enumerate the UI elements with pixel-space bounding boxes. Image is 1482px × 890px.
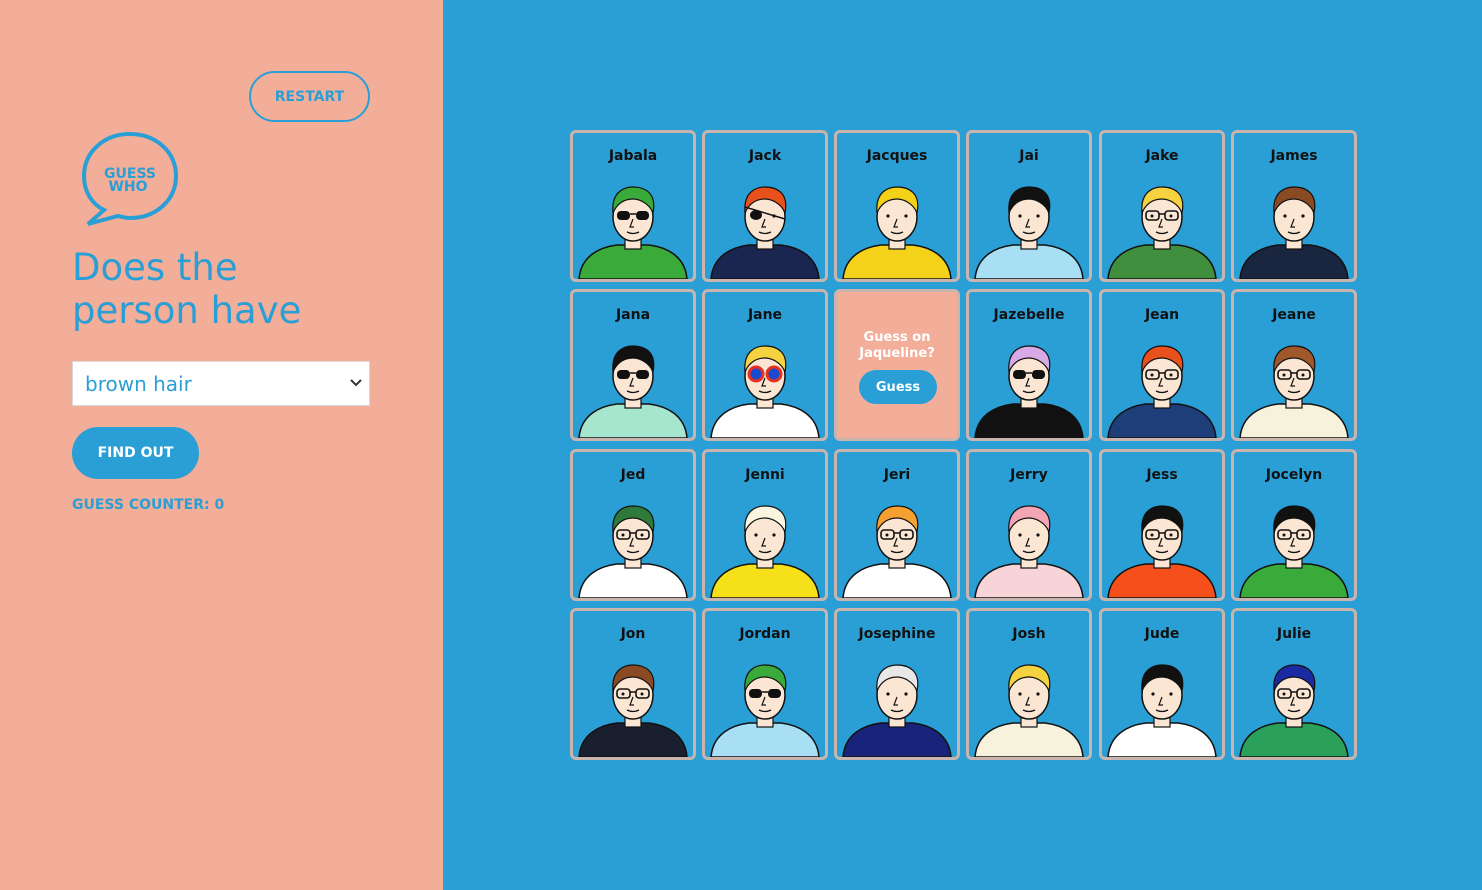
character-name: Jenni xyxy=(745,467,785,483)
character-name: Josh xyxy=(1012,626,1046,642)
character-card-jake[interactable]: Jake xyxy=(1099,130,1225,282)
character-name: Jacques xyxy=(866,148,928,164)
character-name: Jordan xyxy=(739,626,791,642)
character-name: Jazebelle xyxy=(993,307,1065,323)
character-card-jane[interactable]: Jane xyxy=(702,289,828,441)
character-card-jordan[interactable]: Jordan xyxy=(702,608,828,760)
character-portrait xyxy=(578,664,688,757)
restart-button[interactable]: RESTART xyxy=(249,71,370,122)
character-name: Jess xyxy=(1146,467,1178,483)
character-name: Jake xyxy=(1145,148,1179,164)
character-portrait xyxy=(1239,345,1349,438)
character-card-jana[interactable]: Jana xyxy=(570,289,696,441)
character-card-jude[interactable]: Jude xyxy=(1099,608,1225,760)
character-portrait xyxy=(1239,186,1349,279)
character-portrait xyxy=(710,186,820,279)
character-card-josh[interactable]: Josh xyxy=(966,608,1092,760)
character-name: Jack xyxy=(748,148,782,164)
character-portrait xyxy=(1107,345,1217,438)
character-card-jerry[interactable]: Jerry xyxy=(966,449,1092,601)
character-card-jeri[interactable]: Jeri xyxy=(834,449,960,601)
character-card-jai[interactable]: Jai xyxy=(966,130,1092,282)
character-name: Jeane xyxy=(1272,307,1316,323)
sidebar-panel xyxy=(0,0,443,890)
logo-text-who: WHO xyxy=(108,179,147,195)
character-portrait xyxy=(974,505,1084,598)
character-portrait xyxy=(974,186,1084,279)
character-card-julie[interactable]: Julie xyxy=(1231,608,1357,760)
character-portrait xyxy=(974,664,1084,757)
character-portrait xyxy=(974,345,1084,438)
character-name: Jude xyxy=(1144,626,1180,642)
character-card-jed[interactable]: Jed xyxy=(570,449,696,601)
character-card-jacques[interactable]: Jacques xyxy=(834,130,960,282)
character-portrait xyxy=(1107,664,1217,757)
character-card-jean[interactable]: Jean xyxy=(1099,289,1225,441)
character-name: Jed xyxy=(620,467,646,483)
character-card-jocelyn[interactable]: Jocelyn xyxy=(1231,449,1357,601)
character-name: James xyxy=(1270,148,1318,164)
guess-who-logo: GUESS WHO xyxy=(81,131,179,226)
chevron-down-icon xyxy=(350,379,362,387)
guess-button[interactable]: Guess xyxy=(859,370,937,404)
character-card-jess[interactable]: Jess xyxy=(1099,449,1225,601)
question-heading: Does the person have xyxy=(72,246,412,332)
character-portrait xyxy=(842,664,952,757)
character-name: Jeri xyxy=(883,467,911,483)
card-flipped-guess[interactable]: Guess on Jaqueline? Guess xyxy=(834,289,960,441)
character-card-jon[interactable]: Jon xyxy=(570,608,696,760)
character-card-jack[interactable]: Jack xyxy=(702,130,828,282)
find-out-button[interactable]: FIND OUT xyxy=(72,427,199,479)
character-name: Jabala xyxy=(608,148,658,164)
character-card-josephine[interactable]: Josephine xyxy=(834,608,960,760)
character-portrait xyxy=(1107,186,1217,279)
question-line-2: person have xyxy=(72,289,302,332)
character-portrait xyxy=(710,664,820,757)
character-name: Jean xyxy=(1144,307,1180,323)
character-name: Jocelyn xyxy=(1265,467,1323,483)
attribute-select[interactable]: brown hair xyxy=(72,361,370,406)
character-card-jeane[interactable]: Jeane xyxy=(1231,289,1357,441)
character-portrait xyxy=(1239,505,1349,598)
guess-counter: GUESS COUNTER: 0 xyxy=(72,497,225,513)
character-name: Julie xyxy=(1276,626,1312,642)
character-name: Jai xyxy=(1019,148,1039,164)
character-portrait xyxy=(842,505,952,598)
character-portrait xyxy=(1239,664,1349,757)
character-card-james[interactable]: James xyxy=(1231,130,1357,282)
character-card-jabala[interactable]: Jabala xyxy=(570,130,696,282)
character-portrait xyxy=(710,505,820,598)
character-portrait xyxy=(578,505,688,598)
character-card-jenni[interactable]: Jenni xyxy=(702,449,828,601)
character-portrait xyxy=(842,186,952,279)
guess-prompt-text: Guess on Jaqueline? xyxy=(859,330,935,361)
character-portrait xyxy=(578,186,688,279)
character-name: Jana xyxy=(615,307,651,323)
attribute-select-value: brown hair xyxy=(85,371,192,396)
character-name: Josephine xyxy=(858,626,936,642)
character-card-jazebelle[interactable]: Jazebelle xyxy=(966,289,1092,441)
character-name: Jane xyxy=(747,307,783,323)
character-portrait xyxy=(578,345,688,438)
character-portrait xyxy=(710,345,820,438)
question-line-1: Does the xyxy=(72,246,238,289)
character-portrait xyxy=(1107,505,1217,598)
character-name: Jerry xyxy=(1010,467,1048,483)
character-name: Jon xyxy=(620,626,646,642)
